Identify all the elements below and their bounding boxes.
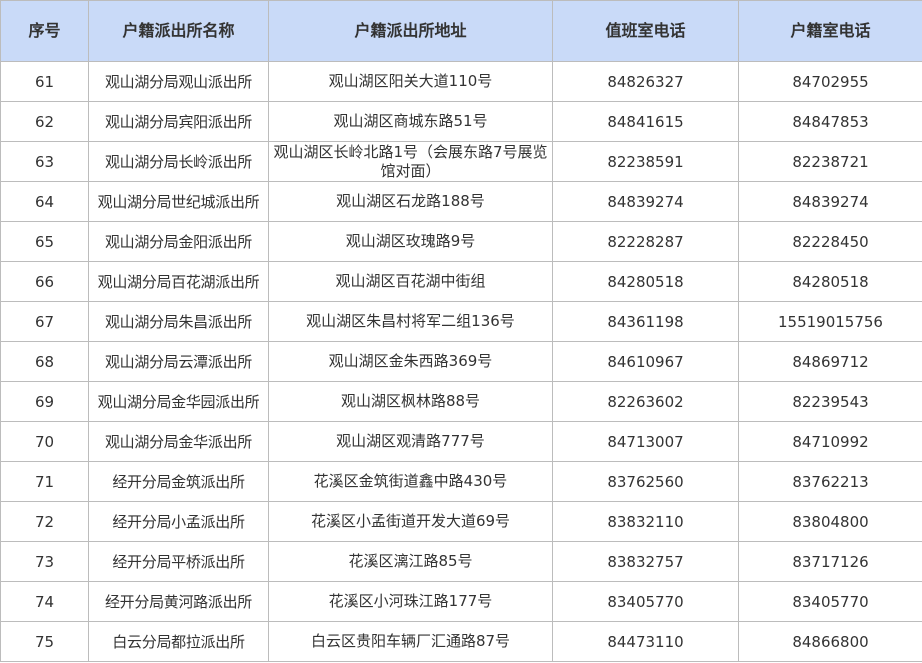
cell-station-address: 花溪区小河珠江路177号	[268, 581, 553, 622]
table-row: 75 白云分局都拉派出所 白云区贵阳车辆厂汇通路87号 84473110 848…	[0, 621, 922, 662]
cell-no: 65	[0, 221, 89, 262]
cell-station-address: 观山湖区观清路777号	[268, 421, 553, 462]
table-row: 70 观山湖分局金华派出所 观山湖区观清路777号 84713007 84710…	[0, 421, 922, 462]
cell-hukou-phone: 83804800	[738, 501, 922, 542]
cell-station-address: 观山湖区商城东路51号	[268, 101, 553, 142]
cell-hukou-phone: 84702955	[738, 61, 922, 102]
cell-duty-phone: 84473110	[552, 621, 739, 662]
cell-no: 74	[0, 581, 89, 622]
cell-no: 62	[0, 101, 89, 142]
header-no: 序号	[0, 0, 89, 62]
table-row: 66 观山湖分局百花湖派出所 观山湖区百花湖中街组 84280518 84280…	[0, 261, 922, 302]
cell-station-name: 观山湖分局金华派出所	[88, 421, 269, 462]
table-row: 73 经开分局平桥派出所 花溪区漓江路85号 83832757 83717126	[0, 541, 922, 582]
cell-station-address: 白云区贵阳车辆厂汇通路87号	[268, 621, 553, 662]
cell-duty-phone: 84826327	[552, 61, 739, 102]
cell-hukou-phone: 82238721	[738, 141, 922, 182]
cell-duty-phone: 84713007	[552, 421, 739, 462]
header-station-name: 户籍派出所名称	[88, 0, 269, 62]
table-row: 72 经开分局小孟派出所 花溪区小孟街道开发大道69号 83832110 838…	[0, 501, 922, 542]
cell-duty-phone: 83405770	[552, 581, 739, 622]
cell-duty-phone: 82228287	[552, 221, 739, 262]
cell-hukou-phone: 82228450	[738, 221, 922, 262]
cell-station-name: 观山湖分局宾阳派出所	[88, 101, 269, 142]
cell-hukou-phone: 84847853	[738, 101, 922, 142]
cell-duty-phone: 82238591	[552, 141, 739, 182]
table-header-row: 序号 户籍派出所名称 户籍派出所地址 值班室电话 户籍室电话	[0, 0, 922, 62]
cell-station-name: 观山湖分局长岭派出所	[88, 141, 269, 182]
table-row: 74 经开分局黄河路派出所 花溪区小河珠江路177号 83405770 8340…	[0, 581, 922, 622]
table-row: 69 观山湖分局金华园派出所 观山湖区枫林路88号 82263602 82239…	[0, 381, 922, 422]
cell-duty-phone: 84839274	[552, 181, 739, 222]
table-row: 67 观山湖分局朱昌派出所 观山湖区朱昌村将军二组136号 84361198 1…	[0, 301, 922, 342]
cell-hukou-phone: 84839274	[738, 181, 922, 222]
table-row: 64 观山湖分局世纪城派出所 观山湖区石龙路188号 84839274 8483…	[0, 181, 922, 222]
cell-no: 66	[0, 261, 89, 302]
cell-no: 72	[0, 501, 89, 542]
cell-no: 68	[0, 341, 89, 382]
cell-duty-phone: 84841615	[552, 101, 739, 142]
cell-no: 63	[0, 141, 89, 182]
cell-station-address: 观山湖区石龙路188号	[268, 181, 553, 222]
header-duty-phone: 值班室电话	[552, 0, 739, 62]
cell-no: 69	[0, 381, 89, 422]
cell-station-name: 经开分局金筑派出所	[88, 461, 269, 502]
cell-no: 64	[0, 181, 89, 222]
table-row: 65 观山湖分局金阳派出所 观山湖区玫瑰路9号 82228287 8222845…	[0, 221, 922, 262]
cell-no: 73	[0, 541, 89, 582]
cell-hukou-phone: 82239543	[738, 381, 922, 422]
cell-hukou-phone: 84866800	[738, 621, 922, 662]
table-row: 61 观山湖分局观山派出所 观山湖区阳关大道110号 84826327 8470…	[0, 61, 922, 102]
table-body: 61 观山湖分局观山派出所 观山湖区阳关大道110号 84826327 8470…	[0, 61, 922, 662]
cell-station-name: 观山湖分局朱昌派出所	[88, 301, 269, 342]
cell-hukou-phone: 84869712	[738, 341, 922, 382]
cell-station-address: 观山湖区玫瑰路9号	[268, 221, 553, 262]
cell-hukou-phone: 15519015756	[738, 301, 922, 342]
cell-duty-phone: 83832757	[552, 541, 739, 582]
cell-station-address: 观山湖区金朱西路369号	[268, 341, 553, 382]
cell-station-name: 观山湖分局观山派出所	[88, 61, 269, 102]
cell-hukou-phone: 84710992	[738, 421, 922, 462]
cell-station-address: 观山湖区长岭北路1号（会展东路7号展览馆对面）	[268, 141, 553, 182]
cell-station-name: 观山湖分局云潭派出所	[88, 341, 269, 382]
header-hukou-phone: 户籍室电话	[738, 0, 922, 62]
cell-duty-phone: 82263602	[552, 381, 739, 422]
cell-no: 70	[0, 421, 89, 462]
cell-duty-phone: 84280518	[552, 261, 739, 302]
cell-no: 67	[0, 301, 89, 342]
cell-station-name: 经开分局黄河路派出所	[88, 581, 269, 622]
cell-no: 61	[0, 61, 89, 102]
cell-station-name: 白云分局都拉派出所	[88, 621, 269, 662]
table-row: 71 经开分局金筑派出所 花溪区金筑街道鑫中路430号 83762560 837…	[0, 461, 922, 502]
cell-station-name: 观山湖分局金华园派出所	[88, 381, 269, 422]
table-row: 68 观山湖分局云潭派出所 观山湖区金朱西路369号 84610967 8486…	[0, 341, 922, 382]
cell-station-address: 花溪区小孟街道开发大道69号	[268, 501, 553, 542]
cell-duty-phone: 84610967	[552, 341, 739, 382]
cell-station-address: 观山湖区阳关大道110号	[268, 61, 553, 102]
cell-duty-phone: 84361198	[552, 301, 739, 342]
cell-no: 71	[0, 461, 89, 502]
cell-hukou-phone: 83405770	[738, 581, 922, 622]
cell-hukou-phone: 84280518	[738, 261, 922, 302]
cell-station-address: 观山湖区枫林路88号	[268, 381, 553, 422]
police-station-table: 序号 户籍派出所名称 户籍派出所地址 值班室电话 户籍室电话 61 观山湖分局观…	[0, 0, 922, 662]
cell-station-name: 观山湖分局金阳派出所	[88, 221, 269, 262]
cell-hukou-phone: 83762213	[738, 461, 922, 502]
cell-station-address: 观山湖区百花湖中街组	[268, 261, 553, 302]
cell-station-name: 经开分局小孟派出所	[88, 501, 269, 542]
cell-station-name: 经开分局平桥派出所	[88, 541, 269, 582]
header-station-address: 户籍派出所地址	[268, 0, 553, 62]
cell-duty-phone: 83832110	[552, 501, 739, 542]
table-row: 62 观山湖分局宾阳派出所 观山湖区商城东路51号 84841615 84847…	[0, 101, 922, 142]
table-row: 63 观山湖分局长岭派出所 观山湖区长岭北路1号（会展东路7号展览馆对面） 82…	[0, 141, 922, 182]
cell-station-address: 花溪区金筑街道鑫中路430号	[268, 461, 553, 502]
cell-station-address: 花溪区漓江路85号	[268, 541, 553, 582]
cell-station-name: 观山湖分局百花湖派出所	[88, 261, 269, 302]
cell-duty-phone: 83762560	[552, 461, 739, 502]
cell-no: 75	[0, 621, 89, 662]
cell-station-address: 观山湖区朱昌村将军二组136号	[268, 301, 553, 342]
cell-station-name: 观山湖分局世纪城派出所	[88, 181, 269, 222]
cell-hukou-phone: 83717126	[738, 541, 922, 582]
